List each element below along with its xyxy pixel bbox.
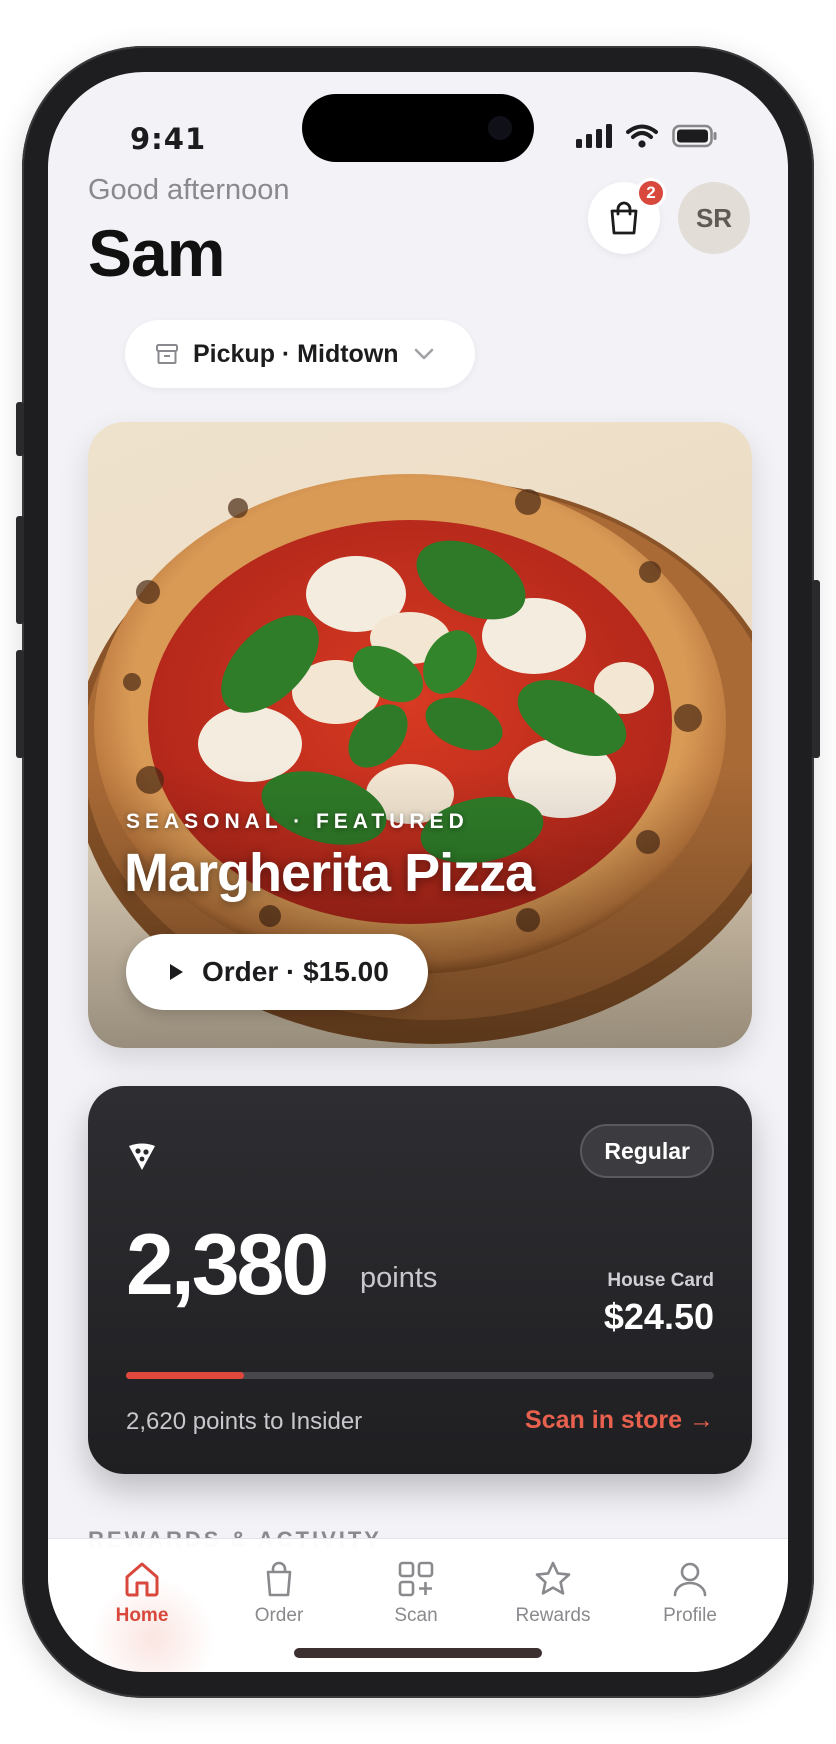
user-name: Sam: [88, 216, 225, 290]
tab-scan[interactable]: Scan: [356, 1559, 476, 1627]
home-icon: [125, 1562, 159, 1597]
rewards-card[interactable]: Regular 2,380 points House Card $24.50 2…: [88, 1086, 752, 1474]
mute-switch: [16, 402, 24, 456]
bag-icon: [266, 1561, 292, 1597]
volume-up-button: [16, 516, 24, 624]
next-tier-text: 2,620 points to Insider: [126, 1408, 363, 1435]
tab-home[interactable]: Home: [82, 1559, 202, 1627]
cart-button[interactable]: 2: [588, 178, 666, 254]
tier-progress-fill: [126, 1372, 244, 1379]
cellular-signal-icon: [576, 124, 612, 148]
tab-rewards[interactable]: Rewards: [493, 1559, 613, 1627]
featured-tag: SEASONAL · FEATURED: [126, 810, 469, 833]
play-icon: [170, 964, 183, 980]
tab-label: Rewards: [515, 1605, 591, 1626]
tab-label: Scan: [394, 1605, 438, 1626]
scan-icon: [398, 1561, 434, 1597]
tier-badge: Regular: [580, 1124, 714, 1178]
featured-card[interactable]: SEASONAL · FEATURED Margherita Pizza Ord…: [88, 422, 752, 1048]
person-icon: [673, 1562, 707, 1597]
home-indicator: [294, 1648, 542, 1658]
battery-icon: [672, 124, 717, 148]
featured-title: Margherita Pizza: [124, 843, 535, 903]
status-icons: [576, 124, 718, 148]
location-selector[interactable]: Pickup · Midtown: [125, 320, 475, 388]
house-card-balance: $24.50: [603, 1296, 714, 1337]
store-icon: [156, 344, 178, 364]
tier-progress-bar: [126, 1372, 714, 1379]
house-card-label: House Card: [607, 1270, 714, 1291]
dynamic-island: [302, 94, 534, 162]
points-value: 2,380: [126, 1217, 329, 1313]
tab-profile[interactable]: Profile: [630, 1559, 750, 1627]
shopping-bag-icon: [610, 201, 638, 235]
tab-label: Home: [115, 1605, 169, 1626]
volume-down-button: [16, 650, 24, 758]
tab-label: Order: [254, 1605, 304, 1626]
wifi-icon: [626, 124, 658, 148]
order-button[interactable]: Order · $15.00: [126, 934, 428, 1010]
status-time: 9:41: [130, 122, 207, 156]
chevron-down-icon: [414, 348, 433, 360]
app-screen: 9:41 Good afternoon Sam 2 SR Pickup · Mi…: [48, 72, 788, 1672]
points-unit: points: [360, 1262, 438, 1294]
tab-order[interactable]: Order: [219, 1559, 339, 1627]
cart-count-badge: 2: [636, 178, 666, 208]
star-icon: [535, 1561, 571, 1595]
power-button: [812, 580, 820, 758]
avatar[interactable]: SR: [678, 182, 750, 254]
location-label: Pickup · Midtown: [193, 339, 399, 368]
greeting: Good afternoon: [88, 174, 290, 206]
order-button-label: Order · $15.00: [202, 956, 389, 987]
scan-in-store-link[interactable]: Scan in store →: [525, 1406, 714, 1435]
pizza-slice-icon: [129, 1143, 155, 1170]
tab-label: Profile: [663, 1605, 717, 1626]
